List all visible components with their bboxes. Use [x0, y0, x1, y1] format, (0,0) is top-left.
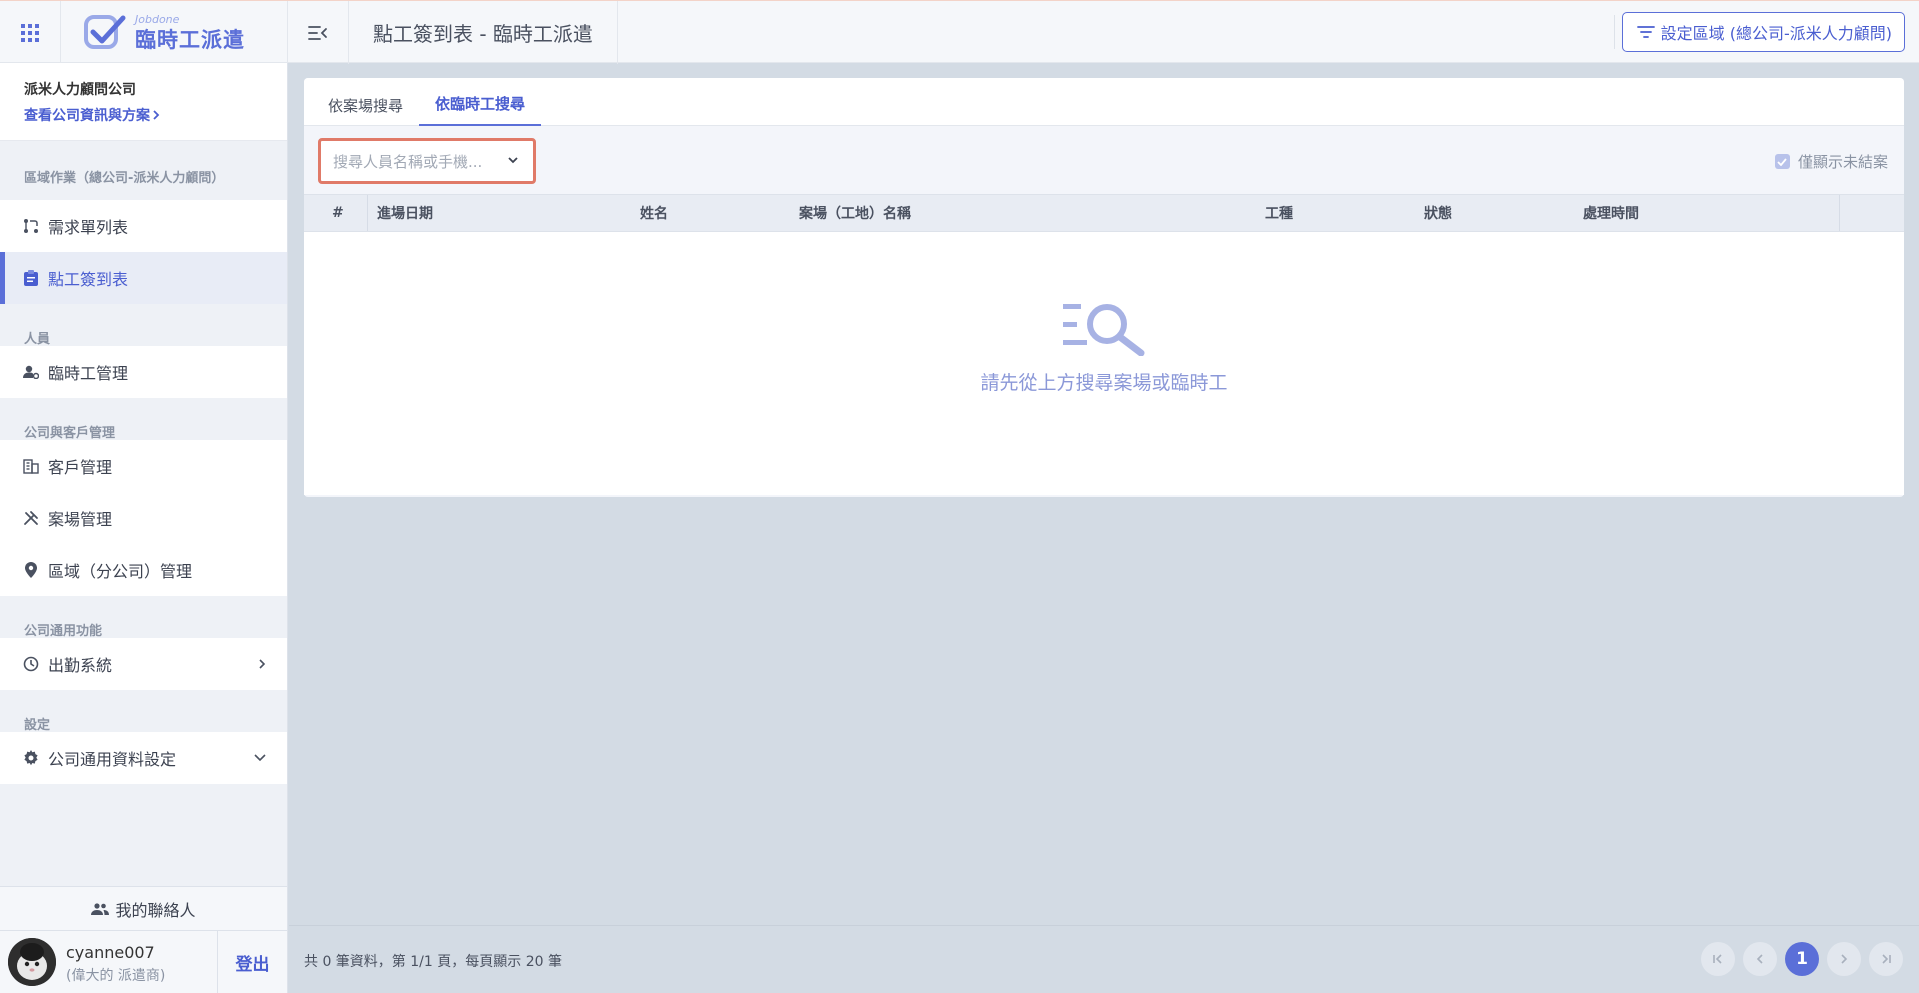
sidebar-item-label: 區域（分公司）管理 — [48, 562, 193, 581]
section-title-people: 人員 — [24, 332, 51, 347]
sidebar-item-request-list[interactable]: 需求單列表 — [0, 200, 287, 252]
only-open-checkbox[interactable] — [1774, 154, 1790, 169]
clock-icon — [22, 656, 40, 672]
search-list-icon — [1063, 304, 1145, 356]
sidebar-item-site-management[interactable]: 案場管理 — [0, 492, 287, 544]
logo-title: 臨時工派遣 — [135, 27, 245, 52]
sidebar-item-label: 客戶管理 — [48, 458, 113, 477]
sidebar-item-label: 需求單列表 — [48, 218, 129, 237]
pagination: 1 — [1701, 942, 1903, 976]
grid-icon — [21, 23, 39, 42]
last-page-button[interactable] — [1869, 942, 1903, 976]
sidebar-item-region-management[interactable]: 區域（分公司）管理 — [0, 544, 287, 596]
user-role: (偉大的 派遣商) — [66, 968, 166, 984]
app-logo[interactable]: Jobdone 臨時工派遣 — [61, 1, 288, 64]
set-region-label: 設定區域 (總公司-派米人力顧問) — [1660, 24, 1892, 43]
worker-settings-icon — [22, 365, 40, 379]
table-header: # 進場日期 姓名 案場（工地）名稱 工種 狀態 處理時間 — [304, 194, 1904, 232]
user-panel: cyanne007 (偉大的 派遣商) 登出 — [0, 930, 287, 993]
page-title: 點工簽到表 - 臨時工派遣 — [349, 1, 618, 64]
chevron-left-icon — [1756, 954, 1763, 964]
apps-menu-button[interactable] — [0, 1, 61, 64]
section-title-region: 區域作業（總公司-派米人力顧問） — [24, 171, 225, 186]
section-title-common: 公司通用功能 — [24, 624, 103, 639]
sidebar-item-attendance[interactable]: 出勤系統 — [0, 638, 287, 690]
section-title-settings: 設定 — [24, 718, 51, 733]
sidebar-item-label: 案場管理 — [48, 510, 113, 529]
filter-row: 搜尋人員名稱或手機... 僅顯示未結案 — [304, 126, 1904, 194]
pagination-summary: 共 0 筆資料，第 1/1 頁，每頁顯示 20 筆 — [304, 954, 562, 970]
main-panel: 依案場搜尋 依臨時工搜尋 搜尋人員名稱或手機... 僅顯示未結案 # 進場日期 … — [304, 78, 1904, 497]
chevron-right-icon — [153, 110, 160, 120]
sidebar-item-common-settings[interactable]: 公司通用資料設定 — [0, 732, 287, 784]
company-info-link-label: 查看公司資訊與方案 — [24, 108, 150, 124]
sidebar-item-label: 臨時工管理 — [48, 364, 129, 383]
column-header-status[interactable]: 狀態 — [1424, 195, 1452, 231]
column-separator — [367, 195, 368, 231]
sidebar-item-label: 出勤系統 — [48, 656, 113, 675]
sidebar-item-client-management[interactable]: 客戶管理 — [0, 440, 287, 492]
sidebar-item-label: 公司通用資料設定 — [48, 750, 177, 769]
avatar[interactable] — [8, 938, 56, 986]
my-contacts-button[interactable]: 我的聯絡人 — [0, 886, 287, 930]
only-open-label: 僅顯示未結案 — [1797, 153, 1888, 171]
column-header-index: # — [332, 205, 344, 221]
user-name: cyanne007 — [66, 943, 155, 962]
last-page-icon — [1882, 954, 1891, 964]
filter-icon — [1636, 26, 1655, 38]
column-header-job-type[interactable]: 工種 — [1265, 195, 1293, 231]
column-header-site-name[interactable]: 案場（工地）名稱 — [799, 195, 911, 231]
column-separator — [1839, 195, 1840, 231]
company-name: 派米人力顧問公司 — [24, 82, 136, 98]
sidebar: 派米人力顧問公司 查看公司資訊與方案 區域作業（總公司-派米人力顧問） 需求單列… — [0, 63, 288, 993]
section-title-company-client: 公司與客戶管理 — [24, 426, 116, 441]
people-icon — [91, 902, 110, 915]
logout-button[interactable]: 登出 — [217, 931, 287, 993]
search-tabs: 依案場搜尋 依臨時工搜尋 — [304, 78, 1904, 126]
previous-page-button[interactable] — [1743, 942, 1777, 976]
chevron-down-icon — [508, 157, 518, 164]
tab-search-by-worker[interactable]: 依臨時工搜尋 — [419, 78, 542, 126]
empty-state-message: 請先從上方搜尋案場或臨時工 — [980, 372, 1228, 394]
top-bar: Jobdone 臨時工派遣 點工簽到表 - 臨時工派遣 設定區域 (總公司-派米… — [0, 0, 1919, 64]
set-region-button[interactable]: 設定區域 (總公司-派米人力顧問) — [1621, 12, 1905, 52]
only-open-toggle[interactable]: 僅顯示未結案 — [1774, 151, 1888, 172]
company-info-link[interactable]: 查看公司資訊與方案 — [24, 105, 263, 125]
logo-subtitle: Jobdone — [135, 12, 180, 26]
sidebar-item-label: 點工簽到表 — [48, 270, 129, 289]
first-page-icon — [1713, 954, 1722, 964]
chevron-down-icon — [254, 754, 266, 762]
sidebar-item-worker-management[interactable]: 臨時工管理 — [0, 346, 287, 398]
topbar-divider — [1614, 15, 1615, 49]
clipboard-icon — [22, 270, 40, 286]
my-contacts-label: 我的聯絡人 — [115, 900, 196, 920]
checkmark-icon — [1777, 157, 1788, 166]
first-page-button[interactable] — [1701, 942, 1735, 976]
worker-search-placeholder: 搜尋人員名稱或手機... — [333, 152, 483, 171]
footer: 共 0 筆資料，第 1/1 頁，每頁顯示 20 筆 1 — [289, 925, 1919, 993]
company-info: 派米人力顧問公司 查看公司資訊與方案 — [0, 63, 287, 141]
worker-search-select[interactable]: 搜尋人員名稱或手機... — [318, 138, 536, 184]
checkmark-logo-icon — [84, 14, 126, 49]
chevron-right-icon — [1841, 954, 1848, 964]
empty-state: 請先從上方搜尋案場或臨時工 — [304, 232, 1904, 495]
collapse-sidebar-button[interactable] — [288, 1, 349, 64]
column-header-processed-time[interactable]: 處理時間 — [1583, 195, 1639, 231]
sidebar-item-checkin-sheet[interactable]: 點工簽到表 — [0, 252, 287, 304]
chevron-right-icon — [259, 659, 266, 669]
tab-search-by-site[interactable]: 依案場搜尋 — [312, 78, 419, 126]
request-list-icon — [22, 218, 40, 234]
column-header-entry-date[interactable]: 進場日期 — [377, 195, 433, 231]
column-header-name[interactable]: 姓名 — [640, 195, 668, 231]
menu-collapse-icon — [308, 25, 327, 40]
page-button-current[interactable]: 1 — [1785, 942, 1819, 976]
tools-icon — [22, 510, 40, 526]
location-pin-icon — [22, 562, 40, 578]
building-icon — [22, 458, 40, 474]
gear-icon — [22, 750, 40, 766]
next-page-button[interactable] — [1827, 942, 1861, 976]
